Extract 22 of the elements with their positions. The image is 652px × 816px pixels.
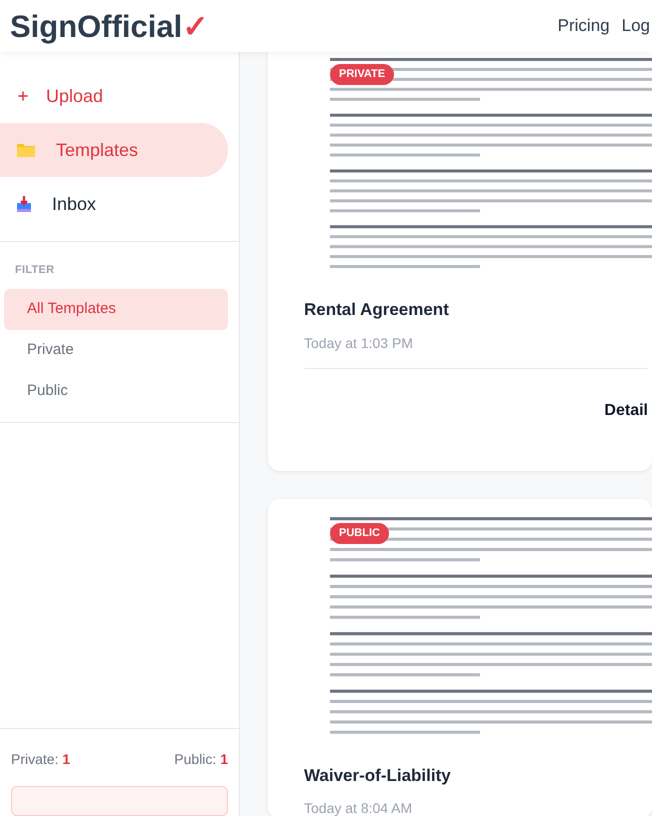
template-count: Public: 1 <box>174 750 228 769</box>
template-date: Today at 1:03 PM <box>304 334 414 353</box>
nav-link[interactable]: Pricing <box>558 13 610 39</box>
filter-heading: FILTER <box>14 263 56 278</box>
filter-item[interactable]: Public <box>4 370 228 412</box>
sidebar-item[interactable]: Inbox <box>0 177 228 231</box>
filter-item[interactable]: All Templates <box>4 288 228 330</box>
template-title: Rental Agreement <box>304 299 450 321</box>
template-count: Private: 1 <box>11 750 70 769</box>
logo[interactable]: SignOfficial✓ <box>10 10 208 42</box>
visibility-badge: PUBLIC <box>330 522 389 544</box>
visibility-badge: PRIVATE <box>330 64 394 85</box>
plus-icon <box>16 89 30 103</box>
sidebar-item[interactable]: Templates <box>0 123 228 177</box>
sidebar-item[interactable]: Upload <box>0 69 228 123</box>
template-title: Waiver-of-Liability <box>304 764 452 786</box>
nav-link[interactable]: Log <box>622 13 650 39</box>
template-date: Today at 8:04 AM <box>304 799 414 816</box>
inbox-tray-icon <box>16 195 32 213</box>
filter-item[interactable]: Private <box>4 330 228 370</box>
folder-icon <box>16 142 36 158</box>
details-button[interactable]: Detail <box>604 398 648 422</box>
